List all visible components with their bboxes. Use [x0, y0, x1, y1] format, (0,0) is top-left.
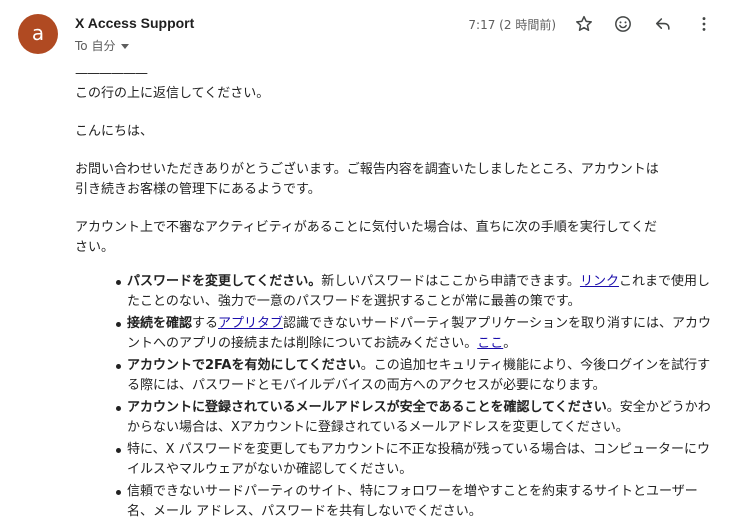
paragraph-instructions: アカウント上で不審なアクティビティがあることに気付いた場合は、直ちに次の手順を実… [75, 218, 715, 258]
recipient-details-toggle[interactable]: To 自分 [75, 37, 130, 54]
step-title: アカウントで2FAを有効にしてください [127, 358, 361, 373]
help-here-link[interactable]: ここ [477, 336, 503, 351]
step-title: アカウントに登録されているメールアドレスが安全であることを確認してください [127, 400, 607, 415]
security-steps-list: パスワードを変更してください。新しいパスワードはここから申請できます。リンクこれ… [75, 272, 715, 522]
message-timestamp: 7:17 (2 時間前) [468, 18, 556, 32]
message-body: —————— この行の上に返信してください。 こんにちは、 お問い合わせいただき… [75, 64, 715, 524]
step-text: 新しいパスワードはここから申請できます。 [321, 274, 580, 289]
more-vert-icon [702, 17, 706, 31]
message-header: a X Access Support To 自分 7:17 (2 時間前) [0, 0, 734, 60]
star-icon [576, 15, 592, 31]
step-text: 。 [503, 336, 517, 351]
list-item: アカウントで2FAを有効にしてください。この追加セキュリティ機能により、今後ログ… [116, 356, 715, 396]
step-text: する [192, 316, 219, 331]
list-item: 接続を確認するアプリタブ認識できないサードパーティ製アプリケーションを取り消すに… [116, 314, 715, 354]
reply-button[interactable] [649, 10, 677, 38]
caret-down-icon [121, 43, 130, 49]
add-reaction-button[interactable] [609, 10, 637, 38]
sender-avatar[interactable]: a [18, 14, 58, 54]
more-options-button[interactable] [690, 10, 718, 38]
list-item: アカウントに登録されているメールアドレスが安全であることを確認してください。安全… [116, 398, 715, 438]
paragraph-line: アカウント上で不審なアクティビティがあることに気付いた場合は、直ちに次の手順を実… [75, 220, 658, 235]
apps-tab-link[interactable]: アプリタブ [218, 316, 283, 331]
reply-separator: —————— [75, 66, 148, 81]
emoji-icon [615, 16, 631, 32]
sender-name[interactable]: X Access Support [75, 15, 194, 31]
paragraph-line: さい。 [75, 240, 115, 255]
list-item: 信頼できないサードパーティのサイト、特にフォロワーを増やすことを約束するサイトと… [116, 482, 715, 522]
step-title: パスワードを変更してください。 [127, 274, 322, 289]
step-title: 接続を確認 [127, 316, 193, 331]
avatar-letter: a [31, 21, 45, 45]
step-text: 特に、X パスワードを変更してもアカウントに不正な投稿が残っている場合は、コンピ… [127, 442, 710, 477]
star-button[interactable] [570, 10, 598, 38]
list-item: パスワードを変更してください。新しいパスワードはここから申請できます。リンクこれ… [116, 272, 715, 312]
list-item: 特に、X パスワードを変更してもアカウントに不正な投稿が残っている場合は、コンピ… [116, 440, 715, 480]
paragraph-investigation: お問い合わせいただきありがとうございます。ご報告内容を調査いたしましたところ、ア… [75, 160, 715, 200]
recipient-label: To 自分 [75, 39, 116, 53]
step-text: 信頼できないサードパーティのサイト、特にフォロワーを増やすことを約束するサイトと… [127, 484, 698, 519]
greeting: こんにちは、 [75, 124, 154, 139]
password-reset-link[interactable]: リンク [580, 274, 619, 289]
reply-icon [655, 18, 670, 30]
paragraph-line: 引き続きお客様の管理下にあるようです。 [75, 182, 321, 197]
reply-above-note: この行の上に返信してください。 [75, 86, 270, 101]
paragraph-line: お問い合わせいただきありがとうございます。ご報告内容を調査いたしましたところ、ア… [75, 162, 659, 177]
